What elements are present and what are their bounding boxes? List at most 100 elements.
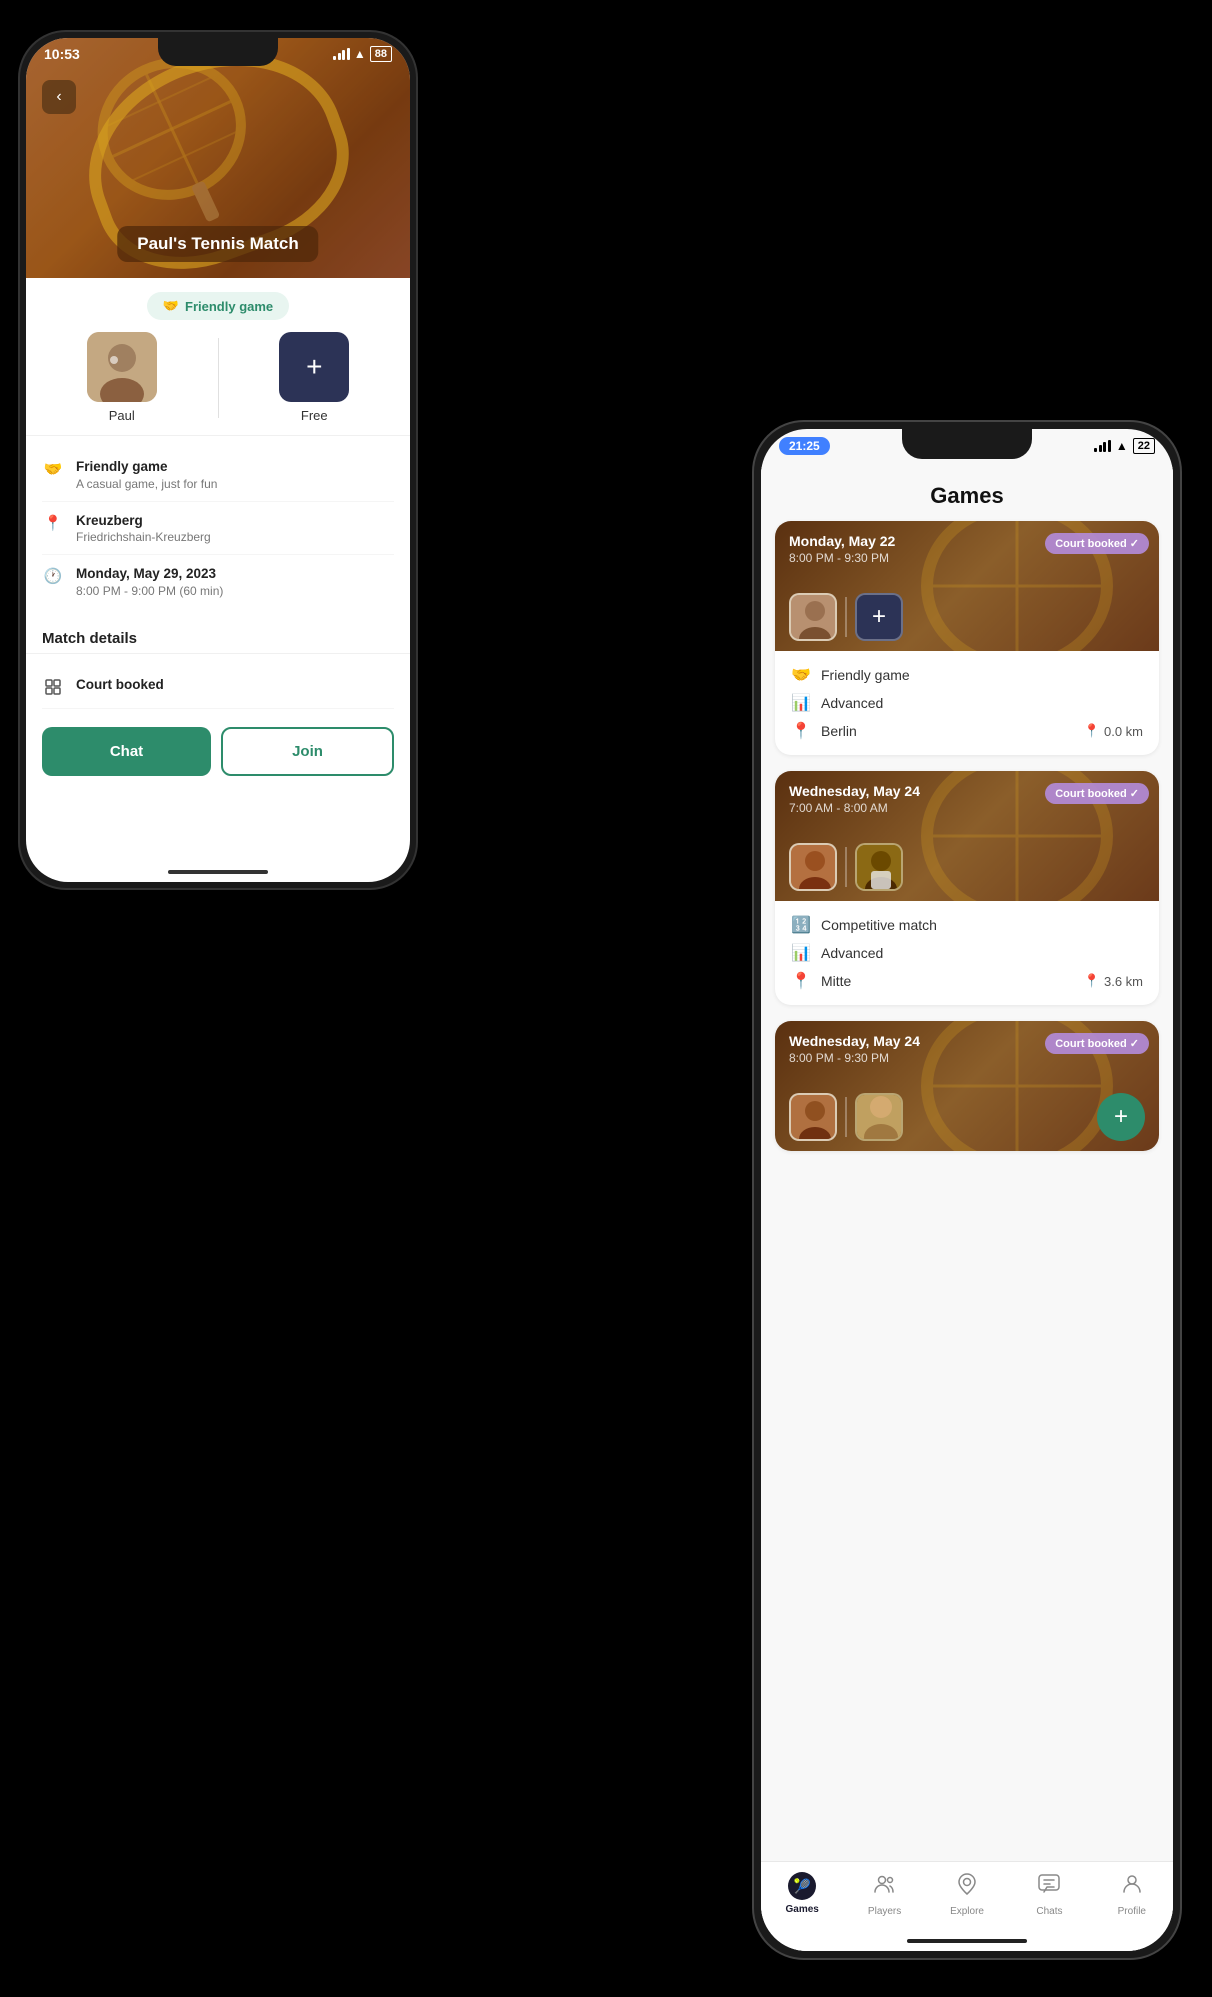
- explore-svg: [955, 1872, 979, 1896]
- card2-avatar2-svg: [857, 843, 901, 891]
- game-type-text: Friendly game A casual game, just for fu…: [76, 458, 394, 491]
- card2-type: Competitive match: [821, 917, 937, 933]
- phone2-statusbar: 21:25 ▲ 22: [779, 437, 1155, 455]
- chats-svg: [1037, 1872, 1061, 1896]
- card1-level: Advanced: [821, 695, 883, 711]
- card1-free-slot[interactable]: +: [855, 593, 903, 641]
- game-type-sub: A casual game, just for fun: [76, 477, 394, 491]
- player-divider: [218, 338, 219, 418]
- card2-dist-value: 3.6 km: [1104, 974, 1143, 989]
- chats-nav-icon: [1037, 1872, 1061, 1902]
- location-text: Kreuzberg Friedrichshain-Kreuzberg: [76, 512, 394, 545]
- free-slot[interactable]: +: [279, 332, 349, 402]
- card3-court-badge: Court booked ✓: [1045, 1033, 1149, 1054]
- card1-location: Berlin: [821, 723, 857, 739]
- handshake-info-icon: 🤝: [42, 458, 64, 480]
- card2-level-row: 📊 Advanced: [791, 943, 1143, 963]
- card3-player1-avatar: [789, 1093, 837, 1141]
- location-detail-icon2: 📍: [791, 971, 811, 991]
- chat-button[interactable]: Chat: [42, 727, 211, 776]
- card1-date: Monday, May 22: [789, 533, 895, 549]
- card3-time: 8:00 PM - 9:30 PM: [789, 1051, 889, 1065]
- phone1-content: 🤝 Friendly game Paul: [26, 292, 410, 788]
- card2-date: Wednesday, May 24: [789, 783, 920, 799]
- match-title: Paul's Tennis Match: [117, 226, 318, 262]
- info-game-type: 🤝 Friendly game A casual game, just for …: [42, 448, 394, 502]
- game-card-3[interactable]: Wednesday, May 24 8:00 PM - 9:30 PM Cour…: [775, 1021, 1159, 1151]
- card1-players: +: [789, 593, 903, 641]
- location-sub: Friedrichshain-Kreuzberg: [76, 530, 394, 544]
- card1-dist-value: 0.0 km: [1104, 724, 1143, 739]
- phone1-hero: ‹ Paul's Tennis Match: [26, 38, 410, 278]
- profile-nav-label: Profile: [1118, 1906, 1146, 1917]
- games-nav-icon: 🎾: [788, 1872, 816, 1900]
- profile-nav-icon: [1120, 1872, 1144, 1902]
- game-card-1-header: Monday, May 22 8:00 PM - 9:30 PM Court b…: [775, 521, 1159, 651]
- card3-date: Wednesday, May 24: [789, 1033, 920, 1049]
- player-paul: Paul: [42, 332, 202, 423]
- info-datetime: 🕐 Monday, May 29, 2023 8:00 PM - 9:00 PM…: [42, 555, 394, 608]
- card3-avatar2-svg: [857, 1093, 901, 1141]
- card1-time: 8:00 PM - 9:30 PM: [789, 551, 889, 565]
- datetime-sub: 8:00 PM - 9:00 PM (60 min): [76, 584, 394, 598]
- paul-name: Paul: [109, 408, 135, 423]
- phone2-device: 21:25 ▲ 22 Games Monday,: [752, 420, 1182, 1960]
- card2-details: 🔢 Competitive match 📊 Advanced 📍 Mitte 📍…: [775, 901, 1159, 1005]
- card1-divider: [845, 597, 847, 637]
- card1-level-row: 📊 Advanced: [791, 693, 1143, 713]
- card1-court-badge: Court booked ✓: [1045, 533, 1149, 554]
- card2-location-row: 📍 Mitte 📍 3.6 km: [791, 971, 1143, 991]
- clock-info-icon: 🕐: [42, 565, 64, 587]
- join-button[interactable]: Join: [221, 727, 394, 776]
- phone1-statusbar: 10:53 ▲ 88: [44, 46, 392, 62]
- card2-player1-avatar: [789, 843, 837, 891]
- competitive-icon: 🔢: [791, 915, 811, 935]
- phone2-signal-icon: [1094, 440, 1111, 452]
- bottom-spacer: [761, 1167, 1173, 1267]
- phone1-device: 10:53 ▲ 88 ‹: [18, 30, 418, 890]
- phone2-home-indicator: [907, 1939, 1027, 1943]
- nav-explore[interactable]: Explore: [926, 1872, 1008, 1917]
- nav-profile[interactable]: Profile: [1091, 1872, 1173, 1917]
- players-nav-label: Players: [868, 1906, 901, 1917]
- phone1-status-icons: ▲ 88: [333, 46, 392, 62]
- court-badge-text: Court booked ✓: [1055, 537, 1139, 550]
- datetime-title: Monday, May 29, 2023: [76, 565, 394, 583]
- info-list: 🤝 Friendly game A casual game, just for …: [26, 435, 410, 620]
- games-nav-label: Games: [786, 1904, 819, 1915]
- phone2-status-icons: ▲ 22: [1094, 438, 1155, 454]
- nav-players[interactable]: Players: [843, 1872, 925, 1917]
- back-arrow-icon: ‹: [56, 88, 61, 106]
- paul-photo: [87, 332, 157, 402]
- back-button[interactable]: ‹: [42, 80, 76, 114]
- phone2-battery-icon: 22: [1133, 438, 1155, 454]
- signal-icon: [333, 48, 350, 60]
- phone1-time: 10:53: [44, 46, 80, 62]
- card2-pin-icon: 📍: [1084, 973, 1100, 989]
- card2-avatar1-svg: [791, 843, 835, 891]
- card3-add-player-btn[interactable]: +: [1097, 1093, 1145, 1141]
- free-label: Free: [301, 408, 328, 423]
- court-icon-svg: [45, 679, 61, 695]
- handshake-detail-icon: 🤝: [791, 665, 811, 685]
- card3-players: [789, 1093, 903, 1141]
- card2-distance: 📍 3.6 km: [1084, 973, 1143, 989]
- game-type-title: Friendly game: [76, 458, 394, 476]
- game-card-2[interactable]: Wednesday, May 24 7:00 AM - 8:00 AM Cour…: [775, 771, 1159, 1005]
- card1-type-row: 🤝 Friendly game: [791, 665, 1143, 685]
- card1-type: Friendly game: [821, 667, 910, 683]
- bottom-nav: 🎾 Games Players: [761, 1861, 1173, 1951]
- action-row: Chat Join: [26, 715, 410, 788]
- chats-nav-label: Chats: [1036, 1906, 1062, 1917]
- game-card-1[interactable]: Monday, May 22 8:00 PM - 9:30 PM Court b…: [775, 521, 1159, 755]
- court-booked-item: Court booked: [42, 666, 394, 709]
- card2-players: [789, 843, 903, 891]
- friendly-badge-label: Friendly game: [185, 299, 273, 314]
- nav-games[interactable]: 🎾 Games: [761, 1872, 843, 1915]
- friendly-badge: 🤝 Friendly game: [147, 292, 289, 320]
- nav-chats[interactable]: Chats: [1008, 1872, 1090, 1917]
- bar-chart-icon: 📊: [791, 693, 811, 713]
- card2-court-badge: Court booked ✓: [1045, 783, 1149, 804]
- battery-icon: 88: [370, 46, 392, 62]
- match-details-heading: Match details: [26, 620, 410, 653]
